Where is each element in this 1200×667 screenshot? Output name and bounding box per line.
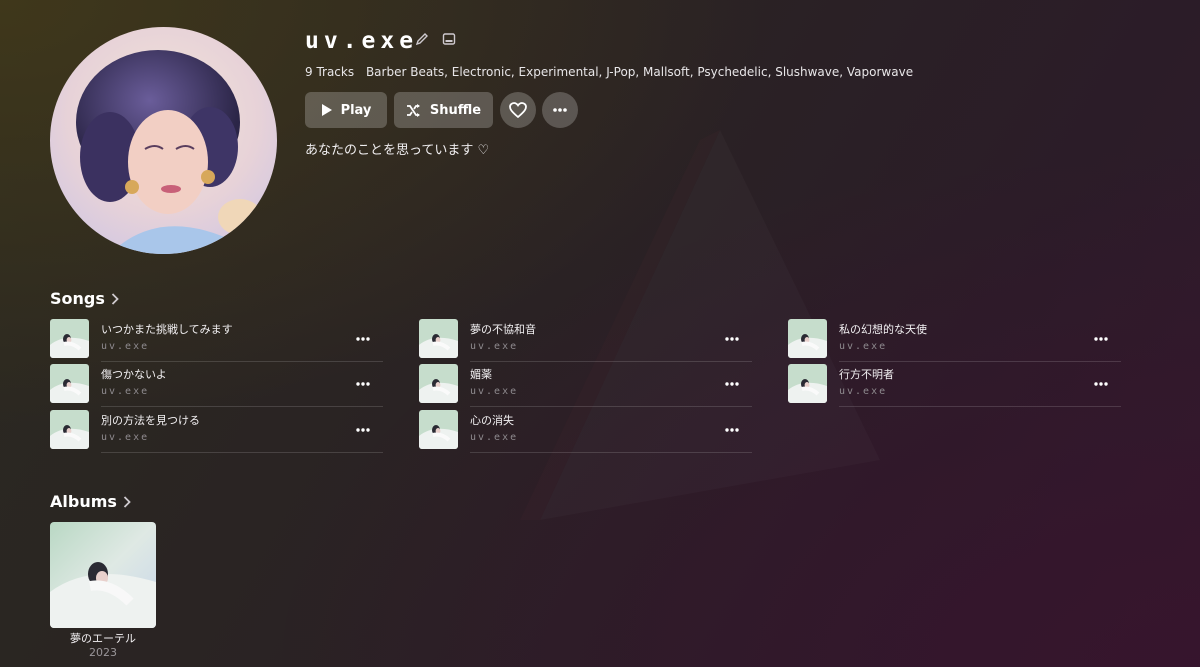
album-card[interactable]: 夢のエーテル 2023 <box>50 522 156 660</box>
albums-heading[interactable]: Albums <box>50 492 131 512</box>
song-artist[interactable]: uv.exe <box>470 432 518 444</box>
row-divider <box>470 452 752 453</box>
ellipsis-icon[interactable] <box>724 422 740 438</box>
favorite-button[interactable] <box>500 92 536 128</box>
song-artwork[interactable] <box>788 319 827 358</box>
song-title[interactable]: 別の方法を見つける <box>101 414 200 428</box>
song-title[interactable]: 心の消失 <box>470 414 514 428</box>
song-artwork[interactable] <box>50 364 89 403</box>
song-row[interactable]: 心の消失 uv.exe <box>419 410 752 453</box>
song-row[interactable]: 行方不明者 uv.exe <box>788 364 1121 407</box>
shuffle-button[interactable]: Shuffle <box>394 92 493 128</box>
song-title[interactable]: 傷つかないよ <box>101 368 167 382</box>
albums-heading-label: Albums <box>50 492 117 511</box>
image-icon[interactable] <box>442 32 456 46</box>
play-button[interactable]: Play <box>305 92 387 128</box>
song-artist[interactable]: uv.exe <box>839 386 887 398</box>
track-count: 9 Tracks <box>305 65 355 79</box>
ellipsis-icon[interactable] <box>355 331 371 347</box>
song-row[interactable]: 夢の不協和音 uv.exe <box>419 319 752 362</box>
songs-heading-label: Songs <box>50 289 105 308</box>
ellipsis-icon[interactable] <box>724 376 740 392</box>
row-divider <box>101 406 383 407</box>
row-divider <box>101 452 383 453</box>
row-divider <box>101 361 383 362</box>
ellipsis-icon[interactable] <box>355 376 371 392</box>
shuffle-label: Shuffle <box>429 102 482 118</box>
shuffle-icon <box>406 103 420 117</box>
song-artwork[interactable] <box>419 364 458 403</box>
artist-avatar <box>50 27 277 254</box>
chevron-right-icon <box>123 496 131 508</box>
song-title[interactable]: 行方不明者 <box>839 368 894 382</box>
artist-meta: 9 Tracks Barber Beats, Electronic, Exper… <box>305 65 913 79</box>
song-title[interactable]: 私の幻想的な天使 <box>839 323 927 337</box>
song-artist[interactable]: uv.exe <box>101 341 149 353</box>
song-row[interactable]: 媚薬 uv.exe <box>419 364 752 407</box>
song-row[interactable]: 私の幻想的な天使 uv.exe <box>788 319 1121 362</box>
play-icon <box>321 104 332 116</box>
song-artwork[interactable] <box>788 364 827 403</box>
chevron-right-icon <box>111 293 119 305</box>
song-title[interactable]: 媚薬 <box>470 368 492 382</box>
song-title[interactable]: いつかまた挑戦してみます <box>101 323 233 337</box>
ellipsis-icon[interactable] <box>355 422 371 438</box>
song-title[interactable]: 夢の不協和音 <box>470 323 536 337</box>
genre-list: Barber Beats, Electronic, Experimental, … <box>365 65 914 79</box>
ellipsis-icon[interactable] <box>1093 331 1109 347</box>
song-row[interactable]: 傷つかないよ uv.exe <box>50 364 383 407</box>
song-artist[interactable]: uv.exe <box>470 386 518 398</box>
song-artwork[interactable] <box>419 319 458 358</box>
play-label: Play <box>340 102 372 118</box>
song-artist[interactable]: uv.exe <box>101 432 149 444</box>
artist-name: uv.exe <box>305 28 419 54</box>
heart-icon <box>509 102 527 118</box>
ellipsis-icon[interactable] <box>724 331 740 347</box>
album-title[interactable]: 夢のエーテル <box>50 632 156 646</box>
song-artwork[interactable] <box>50 410 89 449</box>
songs-heading[interactable]: Songs <box>50 289 119 309</box>
song-row[interactable]: 別の方法を見つける uv.exe <box>50 410 383 453</box>
song-row[interactable]: いつかまた挑戦してみます uv.exe <box>50 319 383 362</box>
song-artist[interactable]: uv.exe <box>839 341 887 353</box>
ellipsis-icon[interactable] <box>1093 376 1109 392</box>
song-artist[interactable]: uv.exe <box>101 386 149 398</box>
album-year: 2023 <box>89 646 117 659</box>
row-divider <box>839 406 1121 407</box>
row-divider <box>839 361 1121 362</box>
song-artist[interactable]: uv.exe <box>470 341 518 353</box>
album-cover[interactable] <box>50 522 156 628</box>
ellipsis-icon <box>553 108 567 112</box>
row-divider <box>470 361 752 362</box>
song-artwork[interactable] <box>50 319 89 358</box>
artist-description: あなたのことを思っています ♡ <box>305 143 490 158</box>
pencil-icon[interactable] <box>415 32 429 46</box>
more-options-button[interactable] <box>542 92 578 128</box>
row-divider <box>470 406 752 407</box>
song-artwork[interactable] <box>419 410 458 449</box>
